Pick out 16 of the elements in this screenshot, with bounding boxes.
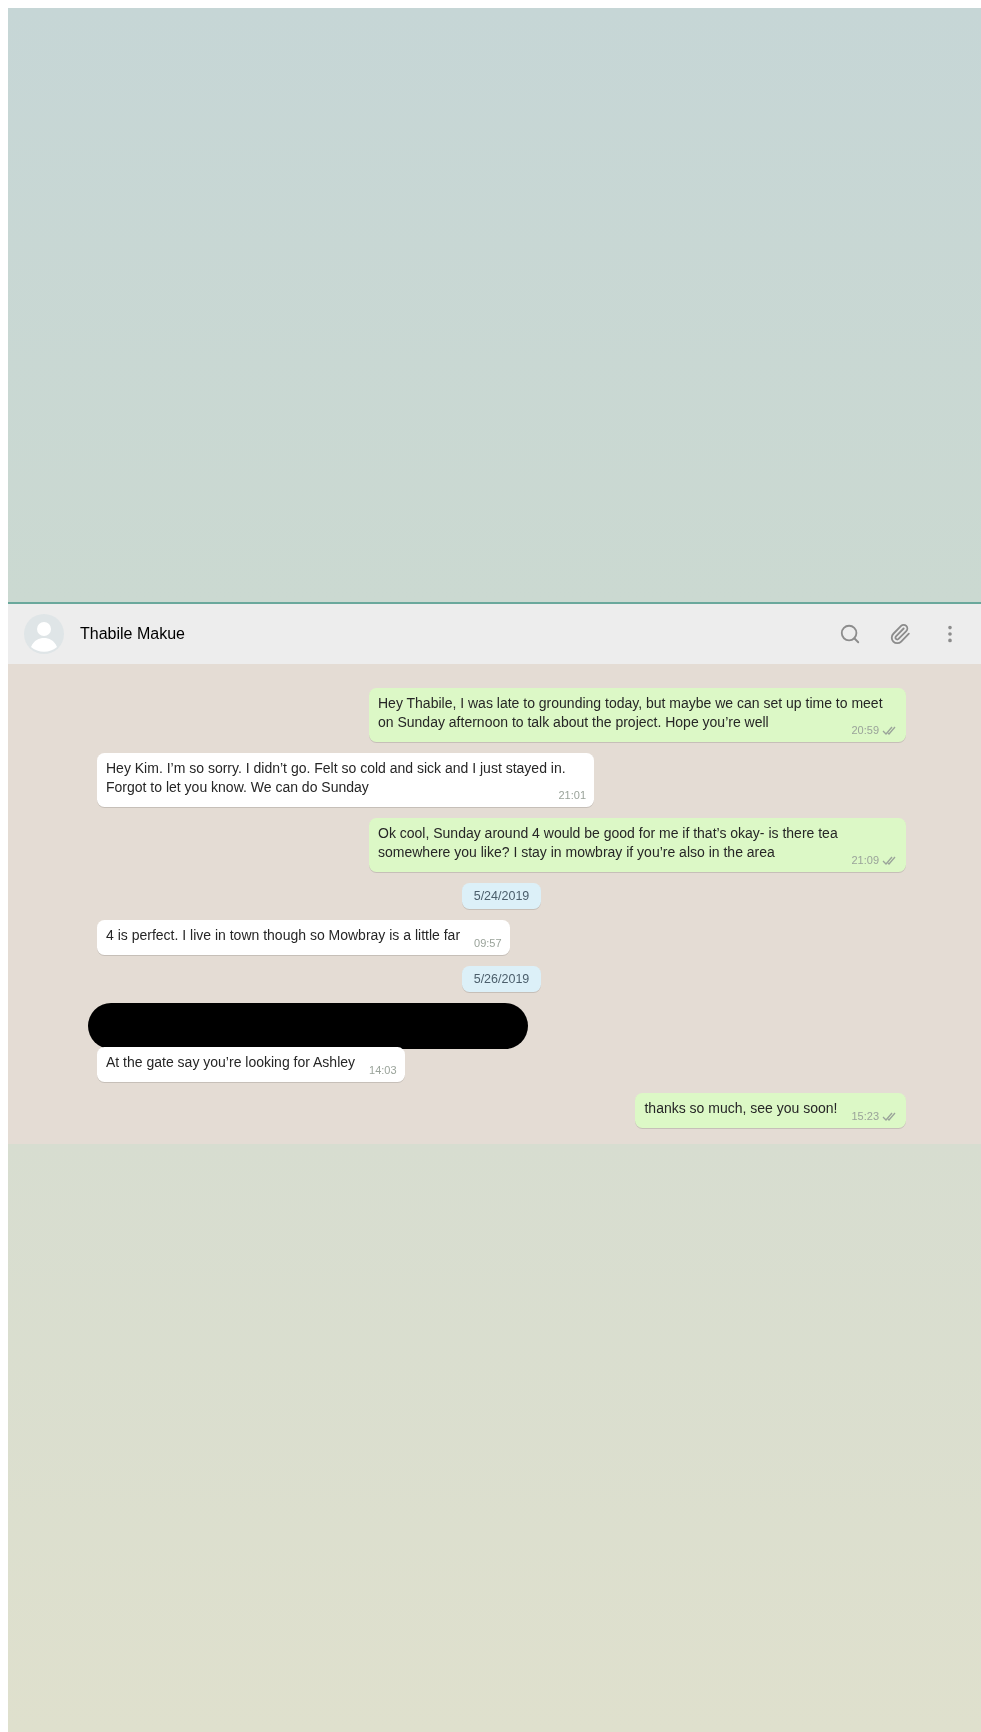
contact-name[interactable]: Thabile Makue <box>80 625 823 643</box>
message-text: 4 is perfect. I live in town though so Mowbray is a little far <box>106 927 461 943</box>
message-text: Ok cool, Sunday around 4 would be good for me if that’s okay- is there tea somewhere you like? I stay in mowbray if you’re also in the area <box>378 825 838 860</box>
message-text: thanks so much, see you soon! <box>644 1100 838 1116</box>
message-time: 21:01 <box>558 788 586 803</box>
message-time: 20:59 <box>851 723 879 738</box>
message-time: 09:57 <box>474 936 502 951</box>
date-chip: 5/26/2019 <box>461 966 542 992</box>
search-icon[interactable] <box>839 623 861 645</box>
message-text: At the gate say you’re looking for Ashley <box>106 1054 356 1070</box>
message-time: 14:03 <box>369 1063 397 1078</box>
date-chip: 5/24/2019 <box>461 883 542 909</box>
avatar-icon <box>24 614 64 654</box>
message-time: 21:09 <box>851 853 879 868</box>
message-time: 15:23 <box>851 1109 879 1124</box>
paperclip-icon[interactable] <box>889 623 911 645</box>
